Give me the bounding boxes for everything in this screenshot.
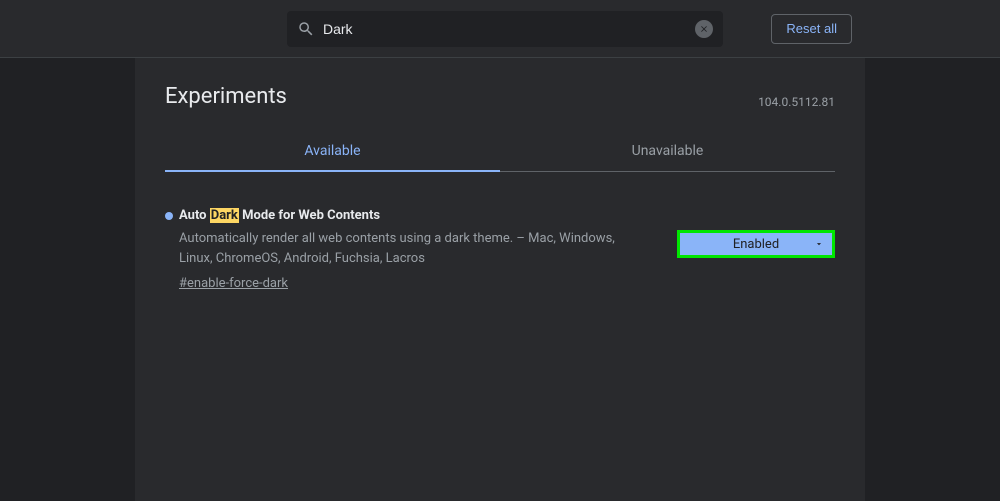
- version-label: 104.0.5112.81: [758, 95, 835, 109]
- tab-available[interactable]: Available: [165, 129, 500, 171]
- flag-title: Auto Dark Mode for Web Contents: [179, 208, 380, 223]
- flag-state-value: Enabled: [733, 237, 779, 252]
- search-highlight: Dark: [210, 208, 239, 223]
- tab-unavailable[interactable]: Unavailable: [500, 129, 835, 171]
- close-icon: [699, 24, 709, 34]
- title-row: Experiments 104.0.5112.81: [165, 58, 835, 129]
- chevron-down-icon: [814, 239, 824, 249]
- flag-item: Auto Dark Mode for Web Contents Automati…: [165, 172, 835, 291]
- flag-permalink[interactable]: #enable-force-dark: [179, 276, 657, 291]
- content-panel: Experiments 104.0.5112.81 Available Unav…: [135, 58, 865, 501]
- reset-all-button[interactable]: Reset all: [771, 14, 852, 44]
- search-input[interactable]: [315, 21, 695, 37]
- search-box[interactable]: [287, 11, 723, 47]
- flag-text: Auto Dark Mode for Web Contents Automati…: [165, 208, 657, 291]
- top-bar: Reset all: [0, 0, 1000, 58]
- search-icon: [297, 20, 315, 38]
- flag-state-select[interactable]: Enabled: [677, 230, 835, 258]
- flag-description: Automatically render all web contents us…: [179, 229, 639, 268]
- flag-title-row: Auto Dark Mode for Web Contents: [165, 208, 657, 223]
- page-title: Experiments: [165, 84, 287, 109]
- content-outer: Experiments 104.0.5112.81 Available Unav…: [0, 58, 1000, 501]
- modified-indicator-icon: [165, 212, 173, 220]
- clear-search-button[interactable]: [695, 20, 713, 38]
- tabs: Available Unavailable: [165, 129, 835, 172]
